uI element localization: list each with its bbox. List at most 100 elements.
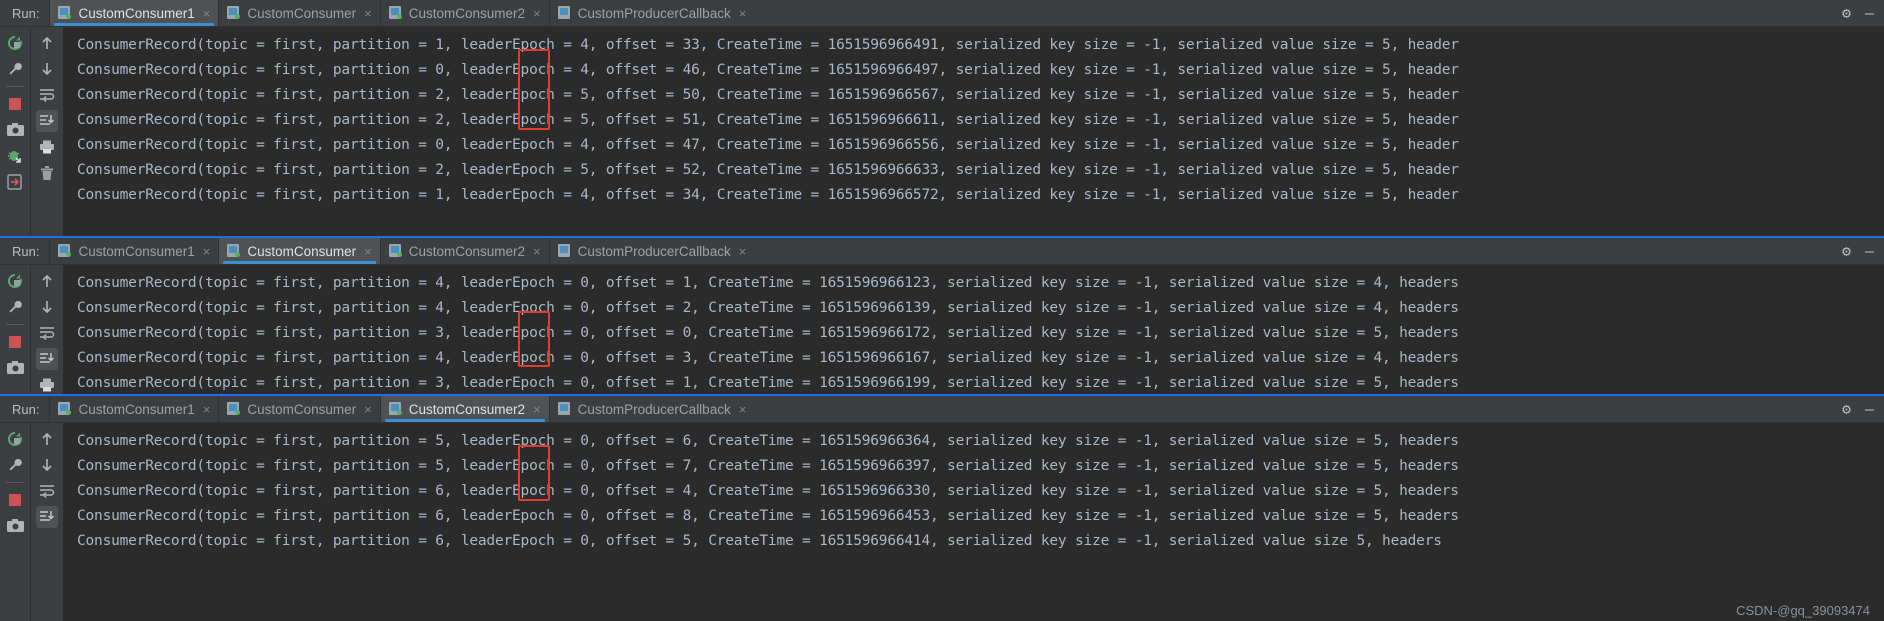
run-toolbar-3: [0, 423, 30, 621]
tab-label: CustomConsumer2: [408, 243, 526, 259]
console-line: ConsumerRecord(topic = first, partition …: [77, 483, 1459, 499]
console-line: ConsumerRecord(topic = first, partition …: [77, 37, 1459, 53]
tab-label: CustomConsumer1: [78, 5, 195, 21]
run-config-icon: [58, 244, 72, 258]
console-line: ConsumerRecord(topic = first, partition …: [77, 137, 1459, 153]
tab-label: CustomConsumer: [247, 401, 357, 417]
tab-customconsumer2[interactable]: CustomConsumer2 ×: [379, 396, 549, 422]
panel-body-2: ConsumerRecord(topic = first, partition …: [0, 265, 1884, 394]
close-icon[interactable]: ×: [203, 403, 211, 416]
trash-icon[interactable]: [36, 162, 58, 184]
minimize-icon[interactable]: —: [1865, 243, 1874, 259]
wrench-icon[interactable]: [4, 454, 26, 476]
console-line: ConsumerRecord(topic = first, partition …: [77, 187, 1459, 203]
soft-wrap-icon[interactable]: [36, 322, 58, 344]
rerun-icon[interactable]: [4, 270, 26, 292]
panel-body-3: ConsumerRecord(topic = first, partition …: [0, 423, 1884, 621]
run-toolbar-2: [0, 265, 30, 394]
stop-icon[interactable]: [4, 331, 26, 353]
arrow-down-icon[interactable]: [36, 454, 58, 476]
run-config-icon: [557, 6, 572, 20]
close-icon[interactable]: ×: [739, 403, 747, 416]
tab-customconsumer[interactable]: CustomConsumer ×: [218, 0, 379, 26]
console-output-2[interactable]: ConsumerRecord(topic = first, partition …: [63, 265, 1884, 394]
run-config-icon: [58, 402, 72, 416]
run-config-icon: [227, 6, 241, 20]
tab-customproducercallback[interactable]: CustomProducerCallback ×: [548, 396, 755, 422]
gear-icon[interactable]: ⚙: [1842, 401, 1851, 417]
close-icon[interactable]: ×: [364, 403, 372, 416]
close-icon[interactable]: ×: [364, 245, 372, 258]
tab-customproducercallback[interactable]: CustomProducerCallback ×: [548, 0, 755, 26]
toolbar-separator: [6, 86, 24, 87]
close-icon[interactable]: ×: [203, 7, 211, 20]
tab-label: CustomConsumer: [247, 243, 357, 259]
tab-customproducercallback[interactable]: CustomProducerCallback ×: [548, 238, 755, 264]
minimize-icon[interactable]: —: [1865, 5, 1874, 21]
arrow-down-icon[interactable]: [36, 296, 58, 318]
console-line: ConsumerRecord(topic = first, partition …: [77, 508, 1459, 524]
arrow-up-icon[interactable]: [36, 32, 58, 54]
soft-wrap-icon[interactable]: [36, 84, 58, 106]
run-label: Run:: [12, 401, 40, 417]
tab-bar-1: Run: CustomConsumer1 × CustomConsumer × …: [0, 0, 1884, 27]
rerun-icon[interactable]: [4, 32, 26, 54]
print-icon[interactable]: [36, 136, 58, 158]
arrow-up-icon[interactable]: [36, 428, 58, 450]
console-output-3[interactable]: ConsumerRecord(topic = first, partition …: [63, 423, 1884, 621]
tab-bar-2: Run: CustomConsumer1 × CustomConsumer × …: [0, 238, 1884, 265]
console-output-1[interactable]: ConsumerRecord(topic = first, partition …: [63, 27, 1884, 236]
console-toolbar-3: [30, 423, 63, 621]
tab-label: CustomConsumer: [247, 5, 357, 21]
rerun-icon[interactable]: [4, 428, 26, 450]
close-icon[interactable]: ×: [739, 7, 747, 20]
console-line: ConsumerRecord(topic = first, partition …: [77, 300, 1459, 316]
wrench-icon[interactable]: [4, 296, 26, 318]
close-icon[interactable]: ×: [203, 245, 211, 258]
tab-customconsumer2[interactable]: CustomConsumer2 ×: [379, 0, 549, 26]
tab-label: CustomProducerCallback: [577, 5, 731, 21]
arrow-up-icon[interactable]: [36, 270, 58, 292]
close-icon[interactable]: ×: [533, 403, 541, 416]
console-line: ConsumerRecord(topic = first, partition …: [77, 162, 1459, 178]
stop-icon[interactable]: [4, 93, 26, 115]
run-config-icon: [227, 402, 241, 416]
print-icon[interactable]: [36, 374, 58, 394]
panel-body-1: ConsumerRecord(topic = first, partition …: [0, 27, 1884, 236]
tab-customconsumer1[interactable]: CustomConsumer1 ×: [49, 396, 218, 422]
run-config-icon: [557, 244, 572, 258]
gear-icon[interactable]: ⚙: [1842, 243, 1851, 259]
tab-label: CustomConsumer2: [408, 5, 526, 21]
camera-icon[interactable]: [4, 357, 26, 379]
tab-customconsumer1[interactable]: CustomConsumer1 ×: [49, 238, 218, 264]
tab-customconsumer[interactable]: CustomConsumer ×: [218, 238, 380, 264]
minimize-icon[interactable]: —: [1865, 401, 1874, 417]
camera-icon[interactable]: [4, 119, 26, 141]
camera-icon[interactable]: [4, 515, 26, 537]
scroll-to-end-icon[interactable]: [36, 506, 58, 528]
exit-icon[interactable]: [4, 171, 26, 193]
tab-customconsumer2[interactable]: CustomConsumer2 ×: [379, 238, 549, 264]
soft-wrap-icon[interactable]: [36, 480, 58, 502]
close-icon[interactable]: ×: [533, 245, 541, 258]
gear-icon[interactable]: ⚙: [1842, 5, 1851, 21]
arrow-down-icon[interactable]: [36, 58, 58, 80]
tab-customconsumer[interactable]: CustomConsumer ×: [218, 396, 379, 422]
run-panel-3: Run: CustomConsumer1 × CustomConsumer × …: [0, 396, 1884, 621]
run-panel-2: Run: CustomConsumer1 × CustomConsumer × …: [0, 238, 1884, 394]
tab-label: CustomConsumer2: [408, 401, 526, 417]
scroll-to-end-icon[interactable]: [36, 110, 58, 132]
run-panel-1: Run: CustomConsumer1 × CustomConsumer × …: [0, 0, 1884, 236]
close-icon[interactable]: ×: [364, 7, 372, 20]
console-line: ConsumerRecord(topic = first, partition …: [77, 350, 1459, 366]
run-config-icon: [557, 402, 572, 416]
run-label: Run:: [12, 5, 40, 21]
scroll-to-end-icon[interactable]: [36, 348, 58, 370]
debug-icon[interactable]: [4, 145, 26, 167]
wrench-icon[interactable]: [4, 58, 26, 80]
console-toolbar-1: [30, 27, 63, 236]
close-icon[interactable]: ×: [739, 245, 747, 258]
close-icon[interactable]: ×: [533, 7, 541, 20]
tab-customconsumer1[interactable]: CustomConsumer1 ×: [49, 0, 219, 26]
stop-icon[interactable]: [4, 489, 26, 511]
